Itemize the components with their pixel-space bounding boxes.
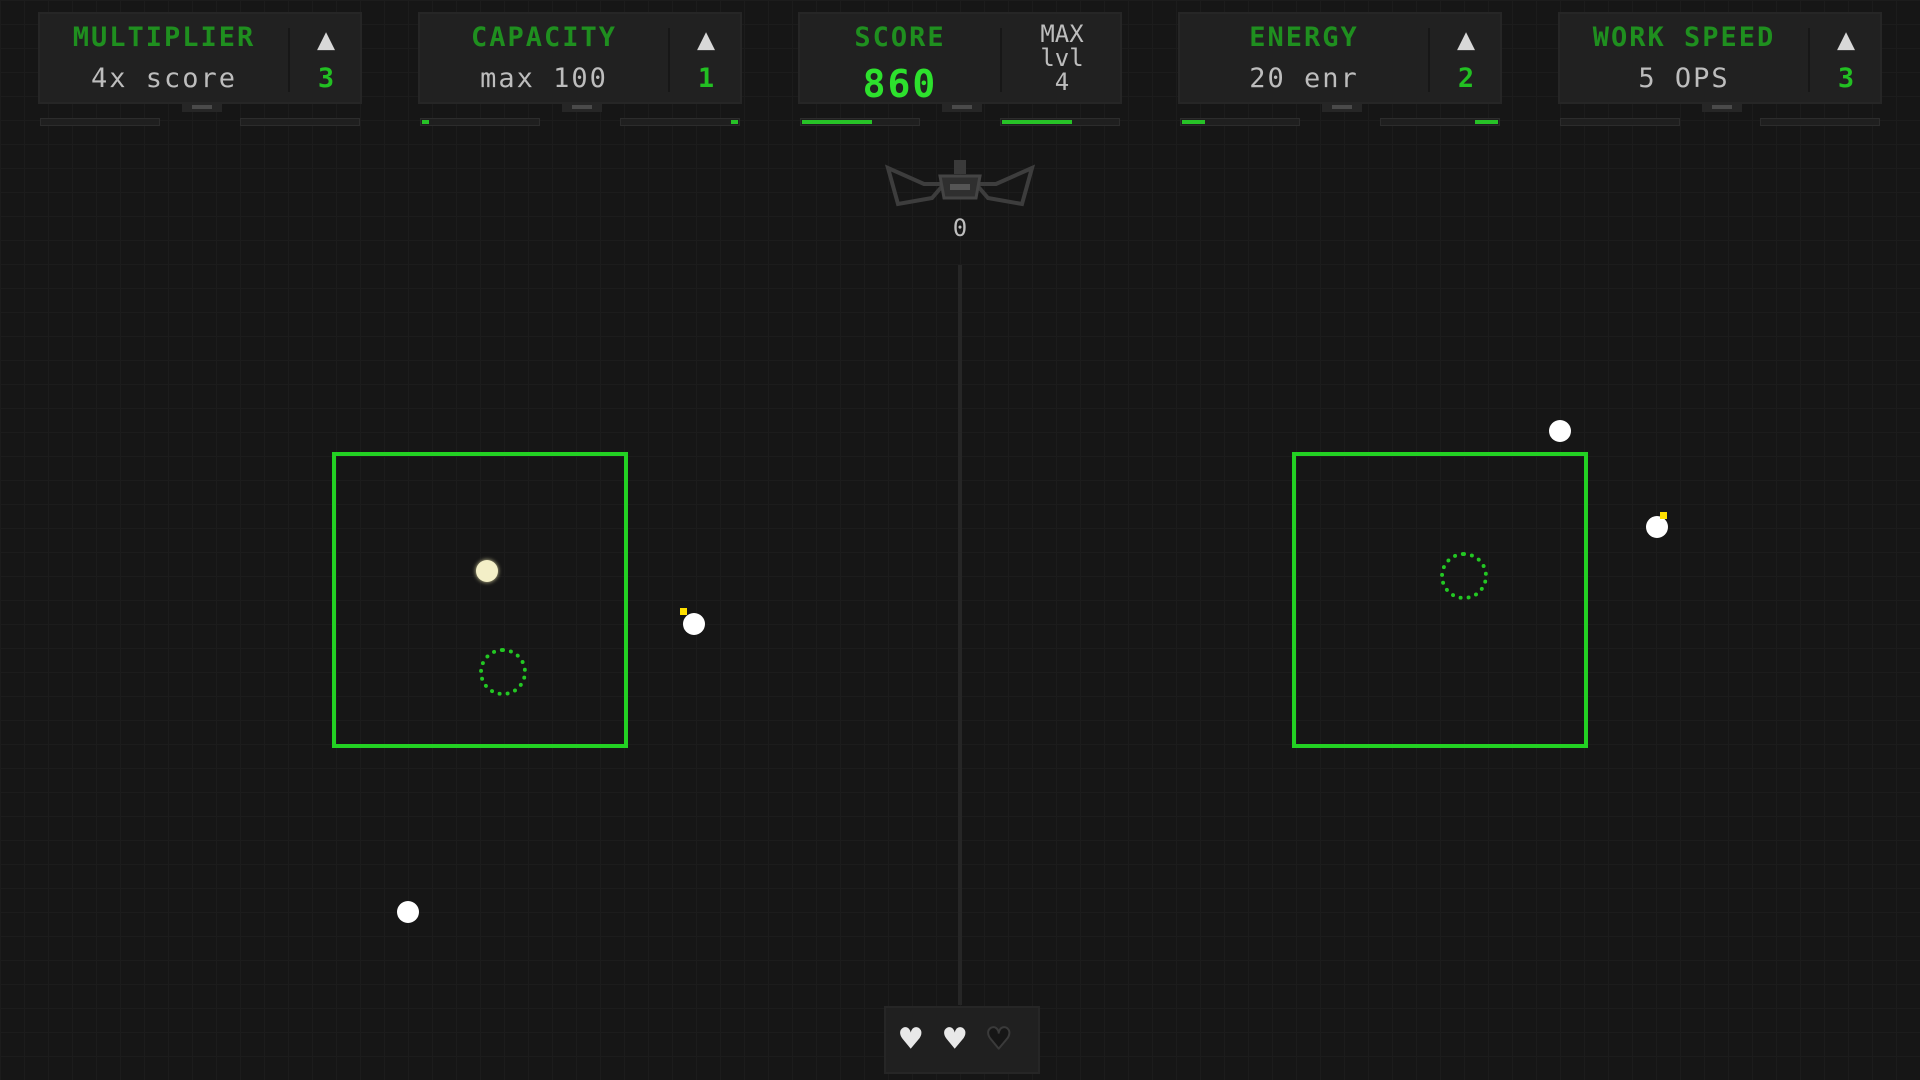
upgrade-label: CAPACITY [470, 22, 618, 53]
upgrade-panel-multiplier: MULTIPLIER 4x score ▲ 3 [38, 12, 362, 112]
upgrade-progress-bar [240, 118, 360, 126]
upgrade-arrow-icon[interactable]: ▲ [670, 22, 742, 58]
panel-tab [182, 102, 222, 112]
capture-zone-right [1292, 452, 1588, 748]
projectile [683, 613, 705, 635]
upgrade-arrow-icon[interactable]: ▲ [1430, 22, 1502, 58]
projectile [397, 901, 419, 923]
upgrade-value: max 100 [480, 63, 608, 94]
upgrade-progress-bar [1760, 118, 1880, 126]
upgrade-label: ENERGY [1249, 22, 1359, 53]
upgrade-progress-bar [420, 118, 540, 126]
upgrade-value: 20 enr [1249, 63, 1359, 94]
panel-tab [562, 102, 602, 112]
upgrade-progress-bar [40, 118, 160, 126]
target-ring-icon [479, 648, 527, 696]
spark [1660, 512, 1667, 519]
upgrade-value: 4x score [90, 63, 238, 94]
heart-icon: ♥ [987, 1019, 1011, 1060]
upgrade-level: 1 [697, 63, 715, 94]
upgrade-progress-bar [620, 118, 740, 126]
center-divider [958, 265, 962, 1005]
score-panel: SCORE 860 MAX lvl 4 [798, 12, 1122, 112]
projectile [1646, 516, 1668, 538]
upgrade-level: 3 [317, 63, 335, 94]
score-progress-bar [800, 118, 920, 126]
upgrade-arrow-icon[interactable]: ▲ [1810, 22, 1882, 58]
winged-ship-icon [884, 160, 1036, 207]
upgrade-level: 2 [1457, 63, 1475, 94]
spark [680, 608, 687, 615]
heart-icon: ♥ [900, 1019, 922, 1060]
upgrade-panel-capacity: CAPACITY max 100 ▲ 1 [418, 12, 742, 112]
target-ring-icon [1440, 552, 1488, 600]
projectile [1549, 420, 1571, 442]
max-level-box: MAX lvl 4 [1002, 22, 1122, 94]
score-value: 860 [862, 62, 938, 106]
panel-tab [1322, 102, 1362, 112]
upgrade-progress-bar [1560, 118, 1680, 126]
heart-icon: ♥ [944, 1019, 966, 1060]
progress-fill [802, 120, 872, 124]
upgrade-value: 5 OPS [1638, 63, 1730, 94]
upgrade-arrow-icon[interactable]: ▲ [290, 22, 362, 58]
glowing-orb [476, 560, 498, 582]
lvl-label: lvl [1040, 44, 1084, 72]
progress-fill [422, 120, 429, 124]
upgrade-panel-work-speed: WORK SPEED 5 OPS ▲ 3 [1558, 12, 1882, 112]
progress-fill [731, 120, 738, 124]
upgrade-level: 3 [1837, 63, 1855, 94]
upgrade-label: MULTIPLIER [72, 22, 256, 53]
enemy-count: 0 [952, 214, 968, 242]
panel-tab [1702, 102, 1742, 112]
lvl-value: 4 [1054, 68, 1070, 96]
score-label: SCORE [854, 22, 946, 53]
score-progress-bar [1000, 118, 1120, 126]
progress-fill [1182, 120, 1205, 124]
upgrade-progress-bar [1380, 118, 1500, 126]
lives-panel: ♥ ♥ ♥ [884, 1006, 1040, 1074]
upgrade-progress-bar [1180, 118, 1300, 126]
game-stage: MULTIPLIER 4x score ▲ 3 CAPACITY max 100… [0, 0, 1920, 1080]
upgrade-label: WORK SPEED [1592, 22, 1776, 53]
progress-fill [1002, 120, 1072, 124]
capture-zone-left [332, 452, 628, 748]
upgrade-panel-energy: ENERGY 20 enr ▲ 2 [1178, 12, 1502, 112]
max-label: MAX [1040, 20, 1084, 48]
panel-tab [942, 102, 982, 112]
progress-fill [1475, 120, 1498, 124]
